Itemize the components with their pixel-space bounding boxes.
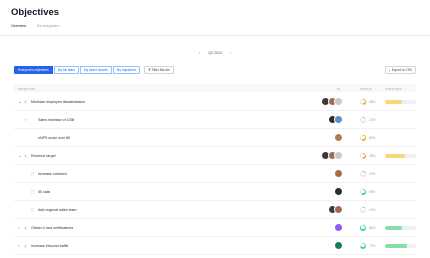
row-title[interactable]: Increase outreach [38, 172, 67, 176]
progress-ring [360, 116, 366, 123]
row-title[interactable]: Revenue target [31, 154, 56, 158]
key-result-icon: ▢ [31, 171, 35, 176]
table-row[interactable]: › ◎ Obtain 4 new certifications 86% [14, 219, 416, 237]
row-title[interactable]: Sales increase of 100k [38, 118, 74, 122]
chevron-right-icon[interactable]: › [18, 243, 19, 248]
filter-list-button[interactable]: ⧩ Filter this list [143, 66, 174, 74]
subtypes-bar [385, 100, 416, 104]
period-selector: ‹ Q2.2024 › [0, 50, 430, 55]
avatar [334, 187, 343, 196]
owner-avatars[interactable] [327, 205, 343, 214]
table-header: OBJECTIVE PI STATUS SUBTYPES [14, 84, 416, 92]
subtypes-bar-fill [385, 100, 403, 104]
progress-ring [360, 206, 366, 213]
table-row[interactable]: eNPS score over 85 55% [14, 129, 416, 147]
filter-my-objectives-button[interactable]: My objectives [112, 66, 140, 74]
subtypes-bar-fill [385, 226, 403, 230]
progress-percent: 58% [369, 189, 376, 194]
progress-ring [360, 224, 366, 231]
owner-avatars[interactable] [334, 241, 343, 250]
tabs-divider [0, 35, 430, 36]
objective-icon: ◎ [24, 153, 27, 158]
owner-avatars[interactable] [321, 151, 343, 160]
row-title[interactable]: Increase inbound traffic [31, 244, 68, 248]
row-title[interactable]: 50 calls [38, 190, 50, 194]
page-title: Objectives [11, 7, 60, 18]
avatar [334, 205, 343, 214]
row-title[interactable]: Minimize employee dissatisfaction [31, 100, 85, 104]
progress-percent: 48% [369, 99, 376, 104]
objective-icon: ◎ [24, 243, 27, 248]
key-result-icon: ▢ [31, 207, 35, 212]
progress-percent: 48% [369, 153, 376, 158]
chevron-down-icon[interactable]: ⌄ [18, 99, 21, 104]
objective-icon: ◎ [24, 225, 27, 230]
avatar [334, 133, 343, 142]
subtypes-bar [385, 244, 416, 248]
chevron-right-icon[interactable]: › [18, 225, 19, 230]
avatar [334, 241, 343, 250]
progress-percent: 55% [369, 135, 376, 140]
subtypes-bar-fill [385, 154, 406, 158]
owner-avatars[interactable] [327, 115, 343, 124]
objective-icon: ◎ [24, 99, 27, 104]
avatar [334, 115, 343, 124]
progress-percent: 71% [369, 243, 376, 248]
key-result-icon: ▢ [31, 189, 35, 194]
owner-avatars[interactable] [321, 97, 343, 106]
progress-ring [360, 242, 366, 249]
table-row[interactable]: ▢ 50 calls 58% [14, 183, 416, 201]
row-title[interactable]: eNPS score over 85 [38, 136, 70, 140]
filter-direct-reports-button[interactable]: My direct reports [79, 66, 112, 74]
export-csv-button[interactable]: ⤓ Export to CSV [384, 66, 416, 74]
header-owner: PI [337, 86, 341, 91]
period-label[interactable]: Q2.2024 [208, 51, 222, 55]
subtypes-bar [385, 154, 416, 158]
download-icon: ⤓ [388, 68, 391, 72]
table-row[interactable]: › Sales increase of 100k 12% [14, 111, 416, 129]
header-subtypes: SUBTYPES [385, 86, 402, 91]
filter-full-team-button[interactable]: My full team [53, 66, 79, 74]
filter-everyone-button[interactable]: Everyone's objectives [14, 66, 53, 74]
progress-percent: 20% [369, 171, 376, 176]
filter-list-label: Filter this list [151, 68, 170, 72]
chevron-down-icon[interactable]: ⌄ [18, 153, 21, 158]
chevron-right-icon[interactable]: › [25, 117, 26, 122]
chevron-left-icon[interactable]: ‹ [199, 50, 200, 55]
owner-avatars[interactable] [334, 187, 343, 196]
progress-ring [360, 188, 366, 195]
chevron-right-icon[interactable]: › [230, 50, 231, 55]
row-title[interactable]: Add regional sales team [38, 208, 77, 212]
header-status: STATUS [360, 86, 372, 91]
avatar [334, 151, 343, 160]
progress-percent: 86% [369, 225, 376, 230]
filter-bar: Everyone's objectives My full team My di… [14, 66, 174, 74]
avatar [334, 97, 343, 106]
owner-avatars[interactable] [334, 133, 343, 142]
avatar [334, 223, 343, 232]
owner-avatars[interactable] [334, 223, 343, 232]
row-title[interactable]: Obtain 4 new certifications [31, 226, 73, 230]
export-label: Export to CSV [391, 68, 412, 72]
progress-ring [360, 170, 366, 177]
progress-percent: 12% [369, 207, 376, 212]
progress-percent: 12% [369, 117, 376, 122]
filter-icon: ⧩ [147, 68, 151, 72]
table-row[interactable]: ▢ Increase outreach 20% [14, 165, 416, 183]
table-row[interactable]: ▢ Add regional sales team 12% [14, 201, 416, 219]
subtypes-bar [385, 226, 416, 230]
table-row[interactable]: › ◎ Increase inbound traffic 71% [14, 237, 416, 255]
table-row[interactable]: ⌄ ◎ Revenue target 48% [14, 147, 416, 165]
owner-avatars[interactable] [334, 169, 343, 178]
progress-ring [360, 134, 366, 141]
progress-ring [360, 152, 366, 159]
avatar [334, 169, 343, 178]
header-objective: OBJECTIVE [18, 86, 36, 91]
subtypes-bar-fill [385, 244, 407, 248]
table-row[interactable]: ⌄ ◎ Minimize employee dissatisfaction 48% [14, 93, 416, 111]
progress-ring [360, 98, 366, 105]
